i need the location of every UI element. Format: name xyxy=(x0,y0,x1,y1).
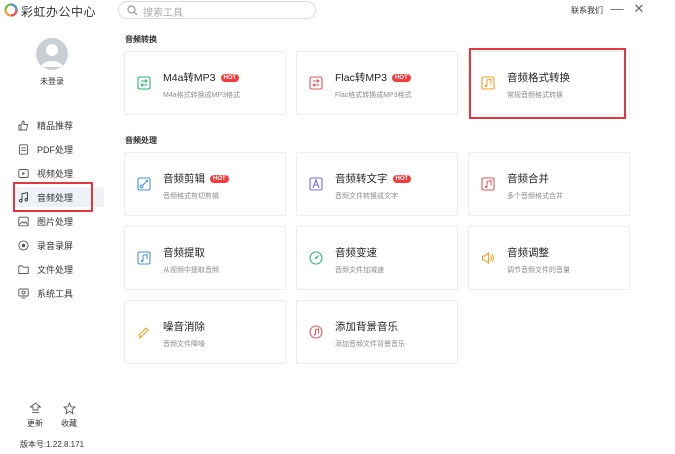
video-icon xyxy=(18,168,29,178)
audio-format-card-highlight xyxy=(469,48,626,119)
hot-badge: HOT xyxy=(391,74,411,82)
hot-badge: HOT xyxy=(220,74,240,82)
card-audio-adjust[interactable]: 音频调整 调节音频文件的音量 xyxy=(468,226,630,290)
sidebar: 未登录 精品推荐 PDF处理 视频处理 音频处理 图片处理 录音录屏 文件处理 … xyxy=(0,22,108,454)
card-title: 音频剪辑 HOT xyxy=(163,171,229,186)
system-tools-icon xyxy=(18,288,29,298)
background-music-icon xyxy=(309,325,323,339)
search-icon xyxy=(127,5,138,16)
m4a-convert-icon xyxy=(137,76,151,90)
card-title: 添加背景音乐 xyxy=(335,321,398,333)
noise-removal-icon xyxy=(138,327,149,339)
card-title: 音频变速 xyxy=(335,247,377,259)
sidebar-item-image[interactable]: 图片处理 xyxy=(18,211,104,231)
card-description: 添加音频文件背景音乐 xyxy=(335,341,405,348)
card-description: 音频文件降噪 xyxy=(163,341,205,348)
card-description: 音频格式剪切剪辑 xyxy=(163,193,219,200)
search-placeholder[interactable]: 搜索工具 xyxy=(143,4,183,19)
app-window: 彩虹办公中心 搜索工具 联系我们 — ✕ 未登录 精品推荐 PDF处理 视频处理… xyxy=(0,0,675,454)
card-title: M4a转MP3 HOT xyxy=(163,70,240,85)
folder-icon xyxy=(18,265,29,274)
card-title: 音频转文字 HOT xyxy=(335,171,412,186)
card-description: 从视频中提取音频 xyxy=(163,267,219,274)
close-button[interactable]: ✕ xyxy=(631,1,647,17)
minimize-button[interactable]: — xyxy=(609,1,625,17)
app-title: 彩虹办公中心 xyxy=(21,5,97,19)
audio-speed-icon xyxy=(309,251,323,265)
card-add-background-music[interactable]: 添加背景音乐 添加音频文件背景音乐 xyxy=(296,300,458,364)
sidebar-item-pdf[interactable]: PDF处理 xyxy=(18,139,104,159)
favorites-label: 收藏 xyxy=(61,419,77,428)
card-audio-extract[interactable]: 音频提取 从视频中提取音频 xyxy=(124,226,286,290)
user-icon xyxy=(41,44,63,67)
sidebar-item-system-tools[interactable]: 系统工具 xyxy=(18,283,104,303)
search-box[interactable]: 搜索工具 xyxy=(118,1,316,19)
card-description: 多个音频格式合并 xyxy=(507,193,563,200)
card-description: 音频文件加减速 xyxy=(335,267,384,274)
card-title: 音频合并 xyxy=(507,173,549,185)
section-title-audio-convert: 音频转换 xyxy=(125,35,157,44)
record-icon xyxy=(18,239,29,251)
sidebar-item-file[interactable]: 文件处理 xyxy=(18,259,104,279)
audio-cut-icon xyxy=(137,177,151,191)
card-flac-to-mp3[interactable]: Flac转MP3 HOT Flac格式转换成MP3格式 xyxy=(296,51,458,115)
login-status[interactable]: 未登录 xyxy=(0,76,104,87)
card-m4a-to-mp3[interactable]: M4a转MP3 HOT M4a格式转换成MP3格式 xyxy=(124,51,286,115)
card-audio-to-text[interactable]: 音频转文字 HOT 音频文件转换成文字 xyxy=(296,152,458,216)
image-icon xyxy=(18,216,29,226)
title-bar: 彩虹办公中心 搜索工具 联系我们 — ✕ xyxy=(0,0,675,22)
update-icon xyxy=(28,402,42,413)
card-title: 噪音消除 xyxy=(163,321,205,333)
card-title: Flac转MP3 HOT xyxy=(335,70,411,85)
sidebar-item-video[interactable]: 视频处理 xyxy=(18,163,104,183)
card-title: 音频提取 xyxy=(163,247,205,259)
card-description: 音频文件转换成文字 xyxy=(335,193,398,200)
flac-convert-icon xyxy=(309,76,323,90)
rainbow-logo-icon xyxy=(4,3,18,17)
star-icon xyxy=(62,402,76,415)
audio-extract-icon xyxy=(137,251,151,265)
card-audio-cut[interactable]: 音频剪辑 HOT 音频格式剪切剪辑 xyxy=(124,152,286,216)
thumbs-up-icon xyxy=(18,120,29,130)
hot-badge: HOT xyxy=(392,175,412,183)
card-title: 音频调整 xyxy=(507,247,549,259)
hot-badge: HOT xyxy=(210,175,229,183)
card-audio-merge[interactable]: 音频合并 多个音频格式合并 xyxy=(468,152,630,216)
section-title-audio-process: 音频处理 xyxy=(125,136,157,145)
card-description: Flac格式转换成MP3格式 xyxy=(335,92,412,99)
sidebar-item-record[interactable]: 录音录屏 xyxy=(18,235,104,255)
audio-nav-highlight xyxy=(13,182,93,212)
sidebar-item-recommended[interactable]: 精品推荐 xyxy=(18,115,104,135)
card-description: M4a格式转换成MP3格式 xyxy=(163,92,241,99)
pdf-icon xyxy=(19,143,28,155)
volume-icon xyxy=(481,251,494,265)
card-description: 调节音频文件的音量 xyxy=(507,267,570,274)
version-text: 版本号:1.22.8.171 xyxy=(20,440,85,449)
contact-us-link[interactable]: 联系我们 xyxy=(571,5,603,16)
avatar[interactable] xyxy=(36,38,68,70)
audio-merge-icon xyxy=(481,177,495,191)
audio-to-text-icon xyxy=(309,177,323,191)
card-noise-removal[interactable]: 噪音消除 音频文件降噪 xyxy=(124,300,286,364)
card-audio-speed[interactable]: 音频变速 音频文件加减速 xyxy=(296,226,458,290)
favorites-button[interactable]: 收藏 xyxy=(49,402,89,429)
